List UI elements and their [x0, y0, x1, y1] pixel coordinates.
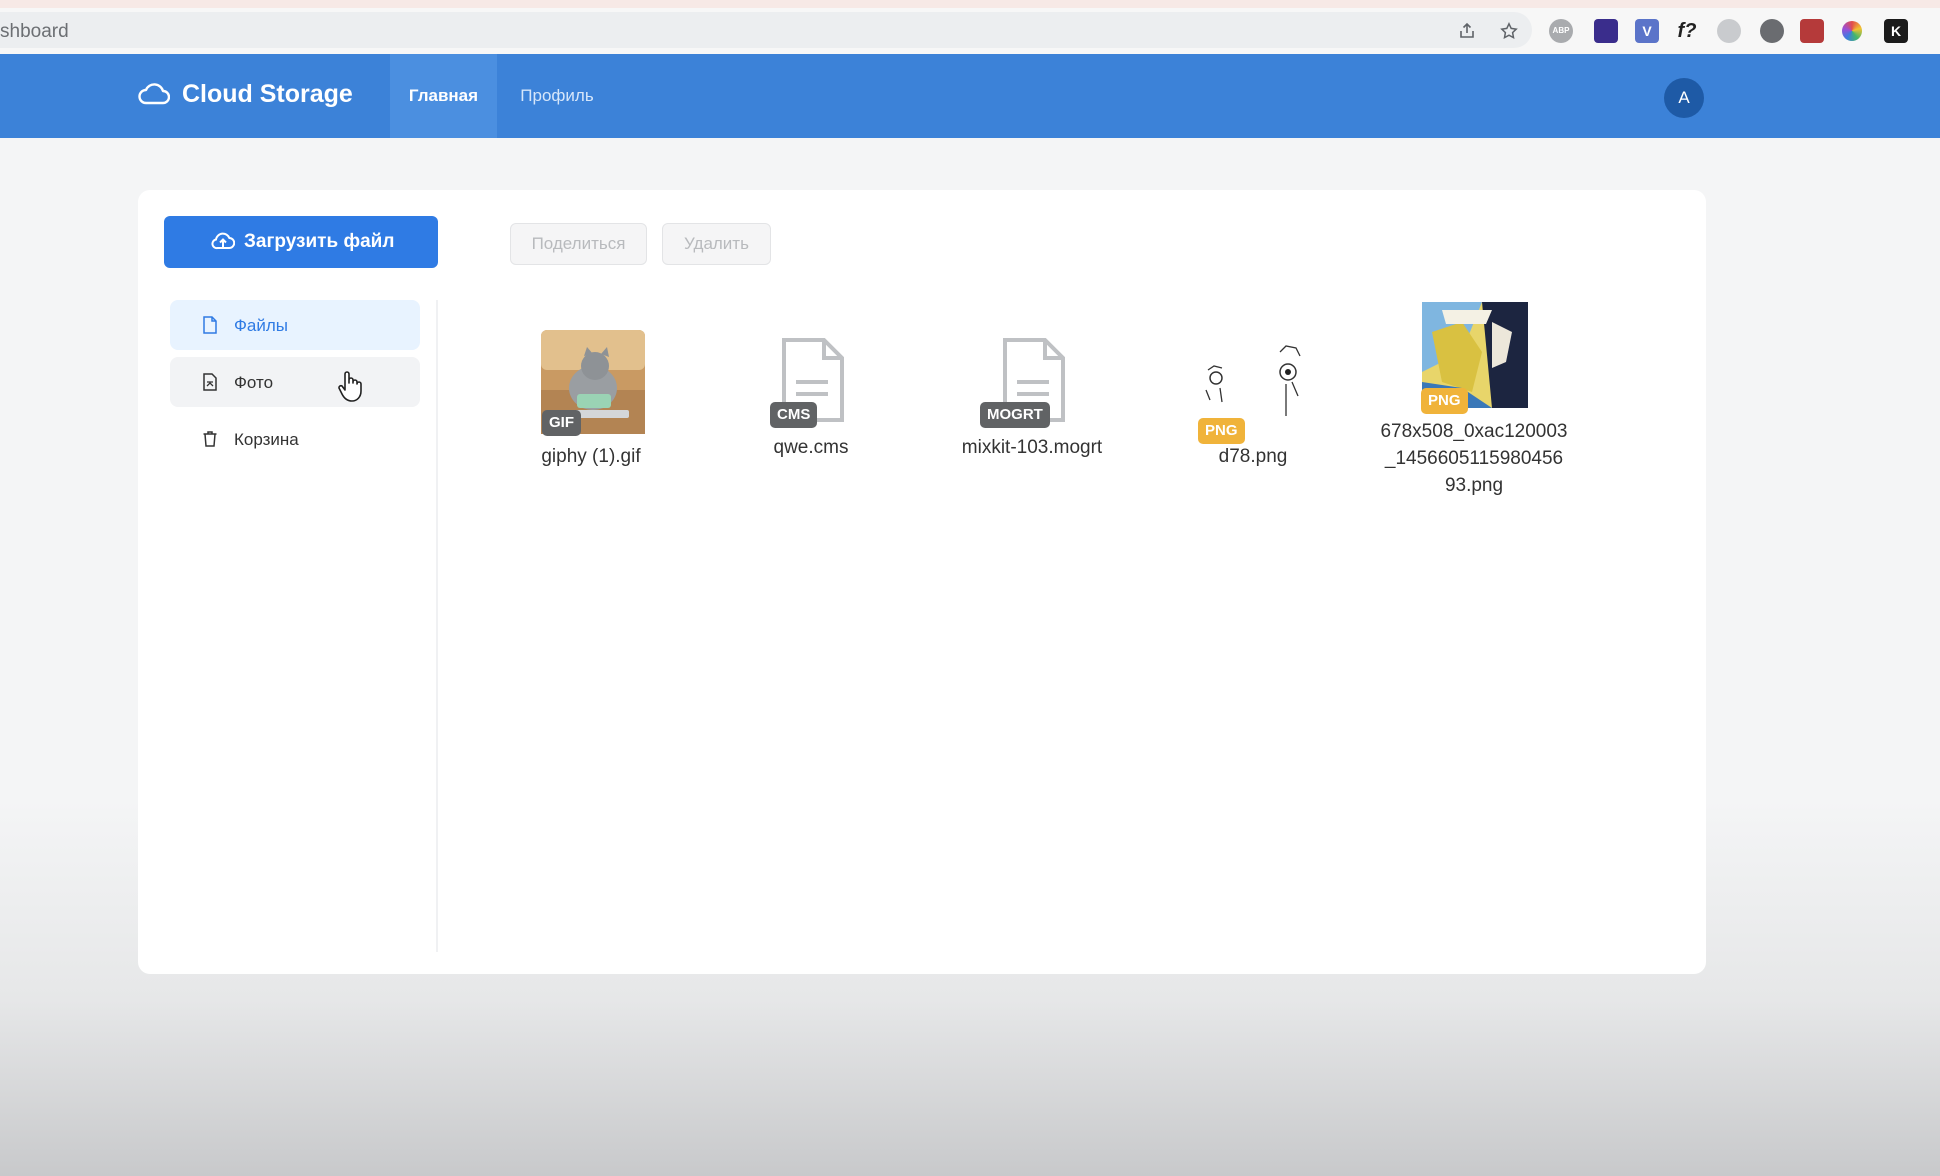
bookmark-star-icon[interactable] [1500, 22, 1518, 40]
file-item-qwe[interactable]: CMS qwe.cms [706, 330, 916, 480]
sidebar-item-label: Корзина [234, 430, 299, 449]
browser-toolbar: shboard ABP Vf? K [0, 8, 1940, 54]
extension-v-ext-icon[interactable]: V [1635, 19, 1659, 43]
browser-top-strip [0, 0, 1940, 8]
file-type-badge: MOGRT [980, 402, 1050, 428]
file-type-badge: CMS [770, 402, 818, 428]
address-bar-url[interactable]: shboard [0, 21, 69, 43]
file-type-badge: PNG [1198, 418, 1245, 444]
extension-color-wheel-icon[interactable] [1842, 21, 1862, 41]
sidebar-item-files[interactable]: Файлы [170, 300, 420, 350]
file-item-giphy[interactable]: GIF giphy (1).gif [486, 330, 696, 480]
extension-abp-icon[interactable]: ABP [1549, 19, 1573, 43]
cloud-upload-icon [211, 232, 235, 250]
share-icon[interactable] [1458, 22, 1476, 40]
tab-profile[interactable]: Профиль [507, 54, 607, 138]
main-panel: Загрузить файл Файлы Фото Корзина Подели… [138, 190, 1706, 974]
extension-circle-ext-icon[interactable] [1760, 19, 1784, 43]
file-type-badge: GIF [542, 410, 581, 436]
photo-file-icon [203, 373, 217, 391]
file-icon [203, 316, 217, 334]
extension-k-ext-icon[interactable]: K [1884, 19, 1908, 43]
file-name-line: _1456605115980456 [1384, 448, 1564, 469]
extension-red-ext-icon[interactable] [1800, 19, 1824, 43]
file-item-mixkit[interactable]: MOGRT mixkit-103.mogrt [927, 330, 1137, 480]
trash-icon [203, 431, 217, 447]
extension-gem-icon[interactable] [1594, 19, 1618, 43]
file-name-line: 93.png [1444, 475, 1504, 496]
extension-f-ext-icon[interactable]: f? [1675, 19, 1699, 43]
cloud-icon [138, 83, 170, 105]
address-bar[interactable]: shboard [0, 12, 1532, 48]
avatar[interactable]: A [1664, 78, 1704, 118]
sidebar-item-trash[interactable]: Корзина [170, 414, 420, 464]
sidebar-item-label: Файлы [234, 316, 289, 335]
file-name: qwe.cms [773, 437, 849, 458]
upload-file-button[interactable]: Загрузить файл [164, 216, 438, 268]
app-header: Cloud Storage Главная Профиль A [0, 54, 1940, 138]
extension-shield-icon[interactable] [1717, 19, 1741, 43]
sidebar-divider [436, 300, 438, 952]
app-logo-text[interactable]: Cloud Storage [182, 80, 353, 109]
file-type-badge: PNG [1421, 388, 1468, 414]
tab-main[interactable]: Главная [390, 54, 497, 138]
delete-button[interactable]: Удалить [662, 223, 771, 265]
upload-file-label: Загрузить файл [244, 231, 395, 252]
file-name: mixkit-103.mogrt [961, 437, 1103, 458]
file-name: d78.png [1218, 446, 1288, 467]
file-name-line: 678x508_0xac120003 [1380, 421, 1568, 442]
file-item-d78[interactable]: PNG d78.png [1148, 330, 1358, 480]
sidebar-item-label: Фото [234, 373, 274, 392]
sidebar-item-photos[interactable]: Фото [170, 357, 420, 407]
file-name: giphy (1).gif [541, 446, 641, 467]
share-button[interactable]: Поделиться [510, 223, 647, 265]
hand-cursor-icon [338, 371, 362, 402]
file-item-678x508[interactable]: PNG 678x508_0xac120003 _1456605115980456… [1369, 302, 1579, 502]
